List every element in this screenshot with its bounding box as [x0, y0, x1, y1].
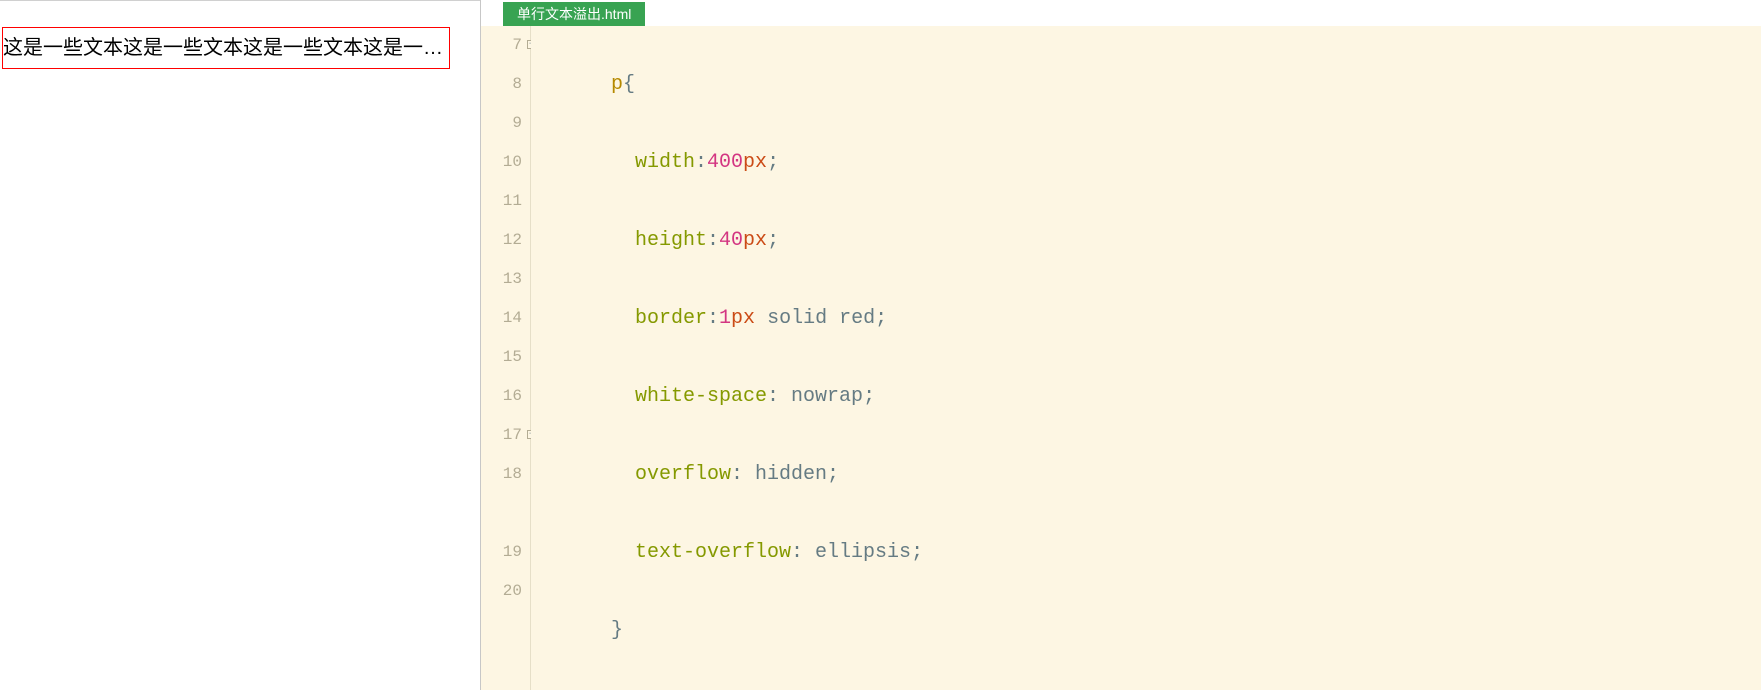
browser-preview-pane: 这是一些文本这是一些文本这是一些文本这是一些文本这是一些文本这是一些文本这是一些… [0, 0, 480, 690]
editor-tab-active[interactable]: 单行文本溢出.html [503, 2, 645, 26]
editor-code-area[interactable]: p{ width:400px; height:40px; border:1px … [531, 26, 1761, 690]
code-line: text-overflow: ellipsis; [539, 533, 1761, 572]
line-number: 9 [481, 104, 530, 143]
line-number: 14 [481, 299, 530, 338]
line-number: 7− [481, 26, 530, 65]
line-number: 13 [481, 260, 530, 299]
line-number: 8 [481, 65, 530, 104]
line-number: 10 [481, 143, 530, 182]
editor-body[interactable]: 7− 8 9 10 11 12 13 14 15 16 17− 18 19 20… [481, 26, 1761, 690]
code-line: overflow: hidden; [539, 455, 1761, 494]
line-number: 12 [481, 221, 530, 260]
code-line: } [539, 611, 1761, 650]
app-root: 这是一些文本这是一些文本这是一些文本这是一些文本这是一些文本这是一些文本这是一些… [0, 0, 1761, 690]
editor-tab-bar: 单行文本溢出.html [481, 0, 1761, 26]
code-line: white-space: nowrap; [539, 377, 1761, 416]
line-number: 16 [481, 377, 530, 416]
line-number: 11 [481, 182, 530, 221]
code-editor-pane: 单行文本溢出.html 7− 8 9 10 11 12 13 14 15 16 … [480, 0, 1761, 690]
line-number: 19 [481, 533, 530, 572]
code-line: height:40px; [539, 221, 1761, 260]
preview-paragraph: 这是一些文本这是一些文本这是一些文本这是一些文本这是一些文本这是一些文本这是一些… [2, 27, 450, 69]
code-line: border:1px solid red; [539, 299, 1761, 338]
line-number: 18 [481, 455, 530, 533]
editor-gutter: 7− 8 9 10 11 12 13 14 15 16 17− 18 19 20 [481, 26, 531, 690]
code-line: width:400px; [539, 143, 1761, 182]
code-line: p{ [539, 65, 1761, 104]
line-number: 17− [481, 416, 530, 455]
line-number: 20 [481, 572, 530, 611]
line-number: 15 [481, 338, 530, 377]
